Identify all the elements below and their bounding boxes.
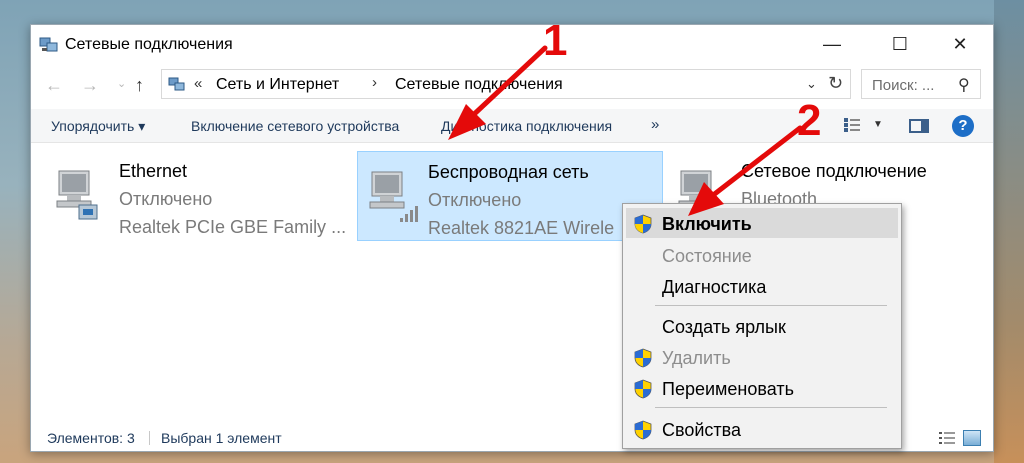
selection-count: Выбран 1 элемент <box>161 430 282 446</box>
maximize-button[interactable]: ☐ <box>877 29 923 59</box>
wireless-adapter-icon <box>369 171 418 222</box>
search-input[interactable]: Поиск: ... <box>872 77 934 94</box>
more-commands-button[interactable]: » <box>651 116 659 133</box>
change-view-icon[interactable] <box>843 117 861 133</box>
menu-separator <box>655 407 887 408</box>
connection-wireless[interactable]: Беспроводная сеть Отключено Realtek 8821… <box>357 151 663 241</box>
back-arrow-icon[interactable]: ← <box>45 75 63 96</box>
minimize-button[interactable]: — <box>809 29 855 59</box>
connection-name: Сетевое подключение <box>741 161 927 181</box>
search-icon[interactable]: ⚲ <box>958 75 970 95</box>
menu-item-label: Переименовать <box>662 379 794 399</box>
window-title: Сетевые подключения <box>65 36 233 53</box>
view-options-chevron-icon[interactable]: ▼ <box>873 119 883 130</box>
ethernet-adapter-icon <box>56 170 98 220</box>
menu-item-label: Диагностика <box>662 277 767 297</box>
network-connections-icon <box>39 37 58 52</box>
diagnose-connection-button[interactable]: Диагностика подключения <box>441 118 612 134</box>
annotation-number-1: 1 <box>543 16 568 65</box>
connection-status: Отключено <box>119 189 213 209</box>
connection-device: Realtek PCIe GBE Family ... <box>119 217 347 237</box>
large-icons-view-icon[interactable] <box>963 430 981 446</box>
menu-item-diagnostics[interactable]: Диагностика <box>626 271 898 301</box>
address-bar[interactable]: « Сеть и Интернет › Сетевые подключения … <box>161 69 851 99</box>
breadcrumb-network-internet[interactable]: Сеть и Интернет <box>216 76 339 94</box>
context-menu: Включить Состояние Диагностика Создать я… <box>622 203 902 449</box>
annotation-number-2: 2 <box>797 96 822 145</box>
connection-name: Беспроводная сеть <box>428 162 589 182</box>
breadcrumb-overflow[interactable]: « <box>194 75 202 92</box>
refresh-icon[interactable]: ↻ <box>828 73 843 94</box>
details-view-icon[interactable] <box>939 431 955 445</box>
close-button[interactable]: ✕ <box>937 29 983 59</box>
desktop-wallpaper <box>994 0 1024 463</box>
forward-arrow-icon[interactable]: → <box>81 75 99 96</box>
breadcrumb-separator[interactable]: › <box>372 74 377 91</box>
menu-item-label: Состояние <box>662 246 752 266</box>
connection-device: Realtek 8821AE Wirele <box>428 218 615 238</box>
menu-item-label: Удалить <box>662 348 731 368</box>
up-arrow-icon[interactable]: ↑ <box>135 75 144 96</box>
connection-status: Отключено <box>428 190 522 210</box>
command-bar: Упорядочить ▾ Включение сетевого устройс… <box>31 109 993 143</box>
menu-item-label: Создать ярлык <box>662 317 786 337</box>
menu-item-enable[interactable]: Включить <box>626 208 898 238</box>
menu-item-delete[interactable]: Удалить <box>626 342 898 372</box>
connection-ethernet[interactable]: Ethernet Отключено Realtek PCIe GBE Fami… <box>45 151 347 241</box>
uac-shield-icon <box>634 379 652 399</box>
breadcrumb-network-connections[interactable]: Сетевые подключения <box>395 76 563 94</box>
title-bar: Сетевые подключения — ☐ ✕ <box>31 25 993 63</box>
address-dropdown-icon[interactable]: ⌄ <box>806 76 817 92</box>
connection-name: Ethernet <box>119 161 188 181</box>
search-box[interactable]: Поиск: ... ⚲ <box>861 69 981 99</box>
item-count: Элементов: 3 <box>47 430 135 446</box>
network-folder-icon <box>168 77 185 91</box>
preview-pane-icon[interactable] <box>909 119 929 133</box>
organize-button[interactable]: Упорядочить ▾ <box>51 118 145 135</box>
menu-item-create-shortcut[interactable]: Создать ярлык <box>626 311 898 341</box>
menu-item-label: Включить <box>662 214 752 234</box>
recent-locations-chevron-icon[interactable]: ⌄ <box>117 77 126 90</box>
menu-item-rename[interactable]: Переименовать <box>626 373 898 403</box>
help-icon[interactable]: ? <box>952 115 974 137</box>
status-divider <box>149 431 150 445</box>
enable-device-button[interactable]: Включение сетевого устройства <box>191 118 399 134</box>
menu-item-label: Свойства <box>662 420 742 440</box>
uac-shield-icon <box>634 214 652 234</box>
menu-item-properties[interactable]: Свойства <box>626 414 898 444</box>
menu-separator <box>655 305 887 306</box>
uac-shield-icon <box>634 348 652 368</box>
menu-item-status[interactable]: Состояние <box>626 240 898 270</box>
navigation-row: ← → ⌄ ↑ « Сеть и Интернет › Сетевые подк… <box>31 69 993 101</box>
uac-shield-icon <box>634 420 652 440</box>
